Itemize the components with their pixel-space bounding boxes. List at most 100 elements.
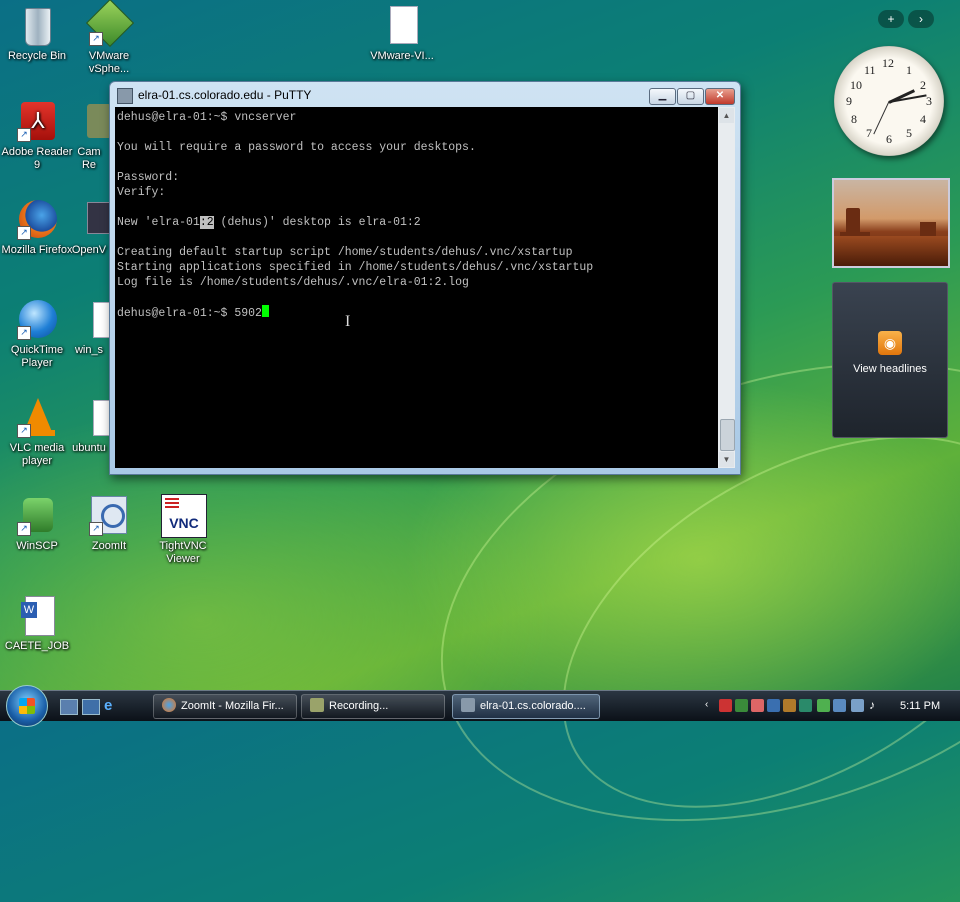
- scroll-up-button[interactable]: ▲: [719, 108, 734, 123]
- taskbar-button-firefox[interactable]: ZoomIt - Mozilla Fir...: [153, 694, 297, 719]
- desktop-icon-label: TightVNC Viewer: [159, 540, 207, 565]
- desktop-icon-firefox[interactable]: ↗ Mozilla Firefox: [0, 198, 77, 257]
- add-gadget-button[interactable]: +: [878, 10, 904, 28]
- slideshow-gadget[interactable]: [832, 178, 950, 268]
- vlc-icon: ↗: [15, 396, 59, 440]
- maximize-button[interactable]: ▢: [677, 88, 704, 105]
- clock-second-hand: [873, 101, 890, 135]
- tray-app-icon[interactable]: [751, 699, 764, 712]
- terminal-line: Log file is /home/students/dehus/.vnc/el…: [117, 276, 469, 289]
- taskbar-clock[interactable]: 5:11 PM: [900, 691, 940, 721]
- desktop-icon-win-s[interactable]: win_s: [69, 298, 109, 357]
- view-headlines-link[interactable]: View headlines: [833, 363, 947, 375]
- desktop-icon-label: Cam Re: [77, 146, 101, 171]
- tray-app-icon[interactable]: [817, 699, 830, 712]
- desktop-icon-adobe-reader[interactable]: ⅄ ↗ Adobe Reader 9: [0, 100, 77, 172]
- recycle-bin-icon: [15, 4, 59, 48]
- shortcut-arrow-icon: ↗: [17, 424, 31, 438]
- putty-icon: [117, 88, 133, 104]
- window-titlebar[interactable]: elra-01.cs.colorado.edu - PuTTY ▁ ▢ ✕: [110, 82, 740, 108]
- desktop-icon-camtasia[interactable]: Cam Re: [69, 100, 109, 172]
- tray-network-icon[interactable]: [851, 699, 864, 712]
- desktop-icon-label: ubuntu: [72, 442, 106, 454]
- vmware-icon: ↗: [85, 0, 135, 48]
- desktop-icon-label: Mozilla Firefox: [1, 244, 73, 256]
- tray-app-icon[interactable]: [719, 699, 732, 712]
- window-title: elra-01.cs.colorado.edu - PuTTY: [138, 88, 312, 102]
- shortcut-arrow-icon: ↗: [89, 32, 103, 46]
- tray-app-icon[interactable]: [833, 699, 846, 712]
- desktop-icon-label: ZoomIt: [91, 540, 127, 552]
- taskbar-button-label: ZoomIt - Mozilla Fir...: [181, 700, 284, 712]
- terminal-line: Creating default startup script /home/st…: [117, 246, 573, 259]
- desktop-icon-openvpn[interactable]: OpenV: [69, 198, 109, 257]
- ie-icon[interactable]: e: [104, 698, 120, 713]
- desktop-icon-winscp[interactable]: ↗ WinSCP: [0, 494, 77, 553]
- vertical-scrollbar[interactable]: ▲ ▼: [718, 107, 735, 468]
- desktop-icon-label: OpenV: [71, 244, 107, 256]
- firefox-icon: ↗: [15, 198, 59, 242]
- tray-app-icon[interactable]: [735, 699, 748, 712]
- desktop-icon-vmware-vi[interactable]: VMware-VI...: [362, 4, 442, 63]
- terminal-line: You will require a password to access yo…: [117, 141, 476, 154]
- zoomit-icon: ↗: [87, 494, 131, 538]
- tray-app-icon[interactable]: [783, 699, 796, 712]
- terminal-line: Password:: [117, 171, 180, 184]
- taskbar-button-label: elra-01.cs.colorado....: [480, 700, 586, 712]
- text-selection: :2: [199, 216, 214, 229]
- word-document-icon: W: [15, 594, 59, 638]
- shortcut-arrow-icon: ↗: [17, 128, 31, 142]
- clock-number: 7: [866, 126, 872, 140]
- tray-app-icon[interactable]: [767, 699, 780, 712]
- clock-gadget[interactable]: 12 1 2 3 4 5 6 7 8 9 10 11: [834, 46, 944, 156]
- quicktime-icon: ↗: [15, 298, 59, 342]
- minimize-button[interactable]: ▁: [649, 88, 676, 105]
- terminal-line: dehus@elra-01:~$ 5902: [117, 307, 262, 320]
- taskbar-button-putty[interactable]: elra-01.cs.colorado....: [452, 694, 600, 719]
- terminal-line: Verify:: [117, 186, 166, 199]
- camtasia-icon: [69, 100, 109, 144]
- text-segment: (dehus)' desktop is elra-01:2: [213, 216, 421, 229]
- winscp-icon: ↗: [15, 494, 59, 538]
- clock-number: 8: [851, 112, 857, 126]
- desktop-icon-ubuntu[interactable]: ubuntu: [69, 396, 109, 455]
- tray-volume-icon[interactable]: ♪: [869, 699, 882, 712]
- shortcut-arrow-icon: ↗: [17, 326, 31, 340]
- terminal-screen[interactable]: dehus@elra-01:~$ vncserver You will requ…: [115, 107, 718, 468]
- scrollbar-thumb[interactable]: [720, 419, 735, 451]
- putty-window[interactable]: elra-01.cs.colorado.edu - PuTTY ▁ ▢ ✕ de…: [109, 81, 741, 475]
- tray-app-icon[interactable]: [799, 699, 812, 712]
- clock-number: 9: [846, 94, 852, 108]
- desktop-icon-zoomit[interactable]: ↗ ZoomIt: [69, 494, 149, 553]
- desktop-icon-label: Recycle Bin: [7, 50, 67, 62]
- desktop-icon-label: WinSCP: [16, 540, 58, 552]
- terminal-line-highlighted: New 'elra-01:2 (dehus)' desktop is elra-…: [117, 216, 421, 229]
- close-button[interactable]: ✕: [705, 88, 735, 105]
- desktop-icon-label: Adobe Reader 9: [1, 146, 73, 171]
- show-desktop-icon[interactable]: [60, 699, 78, 715]
- ibeam-cursor-icon: I: [345, 313, 351, 330]
- scroll-down-button[interactable]: ▼: [719, 452, 734, 467]
- desktop-icon-vmware[interactable]: ↗ VMware vSphe...: [69, 0, 149, 76]
- desktop-icon-recycle-bin[interactable]: Recycle Bin: [0, 4, 77, 63]
- desktop-icon-tightvnc[interactable]: VNC TightVNC Viewer: [143, 494, 223, 566]
- clock-number: 2: [920, 78, 926, 92]
- shortcut-arrow-icon: ↗: [89, 522, 103, 536]
- next-gadget-button[interactable]: ›: [908, 10, 934, 28]
- document-icon: [380, 4, 424, 48]
- desktop-icon-label: QuickTime Player: [10, 344, 64, 369]
- feed-headlines-gadget[interactable]: ◉ View headlines: [832, 282, 948, 438]
- switch-windows-icon[interactable]: [82, 699, 100, 715]
- tray-expand-icon[interactable]: ‹: [705, 699, 718, 712]
- start-button[interactable]: [6, 685, 48, 727]
- clock-number: 12: [882, 56, 894, 70]
- adobe-reader-icon: ⅄ ↗: [15, 100, 59, 144]
- desktop-icon-label: VMware vSphe...: [88, 50, 130, 75]
- text-cursor: [261, 305, 269, 317]
- desktop-icon-quicktime[interactable]: ↗ QuickTime Player: [0, 298, 77, 370]
- sidebar-controls: + ›: [876, 10, 948, 28]
- desktop-icon-vlc[interactable]: ↗ VLC media player: [0, 396, 77, 468]
- desktop-icon-label: CAETE_JOB: [4, 640, 70, 652]
- desktop-icon-caete-job[interactable]: W CAETE_JOB: [0, 594, 77, 653]
- taskbar-button-recording[interactable]: Recording...: [301, 694, 445, 719]
